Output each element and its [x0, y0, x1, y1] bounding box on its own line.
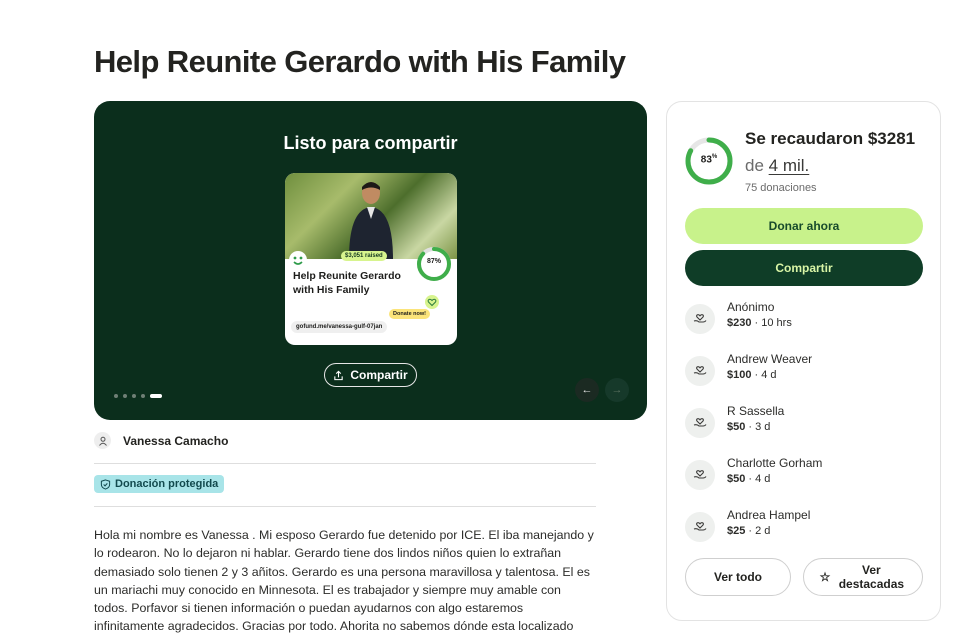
donation-item: Anónimo $230 · 10 hrs	[685, 300, 925, 340]
arrow-left-icon: ←	[581, 384, 593, 396]
share-icon	[334, 370, 344, 380]
share-button[interactable]: Compartir	[685, 250, 923, 286]
goal-line: de 4 mil.	[745, 156, 810, 175]
raised-amount: Se recaudaron $3281	[745, 129, 916, 148]
card-donate-tag: Donate now!	[389, 309, 430, 319]
protected-donation-badge[interactable]: Donación protegida	[94, 475, 225, 493]
arrow-right-icon: →	[611, 384, 623, 396]
heart-hand-icon	[685, 460, 715, 490]
carousel-dot[interactable]	[132, 394, 136, 398]
donor-name: Andrea Hampel	[727, 508, 811, 522]
donation-item: Andrew Weaver $100 · 4 d	[685, 352, 925, 392]
card-headline: Help Reunite Gerardo with His Family	[293, 270, 401, 296]
page-title: Help Reunite Gerardo with His Family	[94, 44, 626, 79]
see-top-label: Ver destacadas	[838, 563, 905, 591]
badge-label: Donación protegida	[115, 478, 219, 490]
card-url: gofund.me/vanessa-gulf-07jan	[291, 321, 388, 333]
carousel-dot[interactable]	[141, 394, 145, 398]
share-card-preview[interactable]: $3,051 raised 87% Help Reunite Gerardo w…	[285, 173, 457, 345]
donor-name: R Sassella	[727, 404, 785, 418]
heart-hand-icon	[685, 408, 715, 438]
carousel-share-label: Compartir	[350, 368, 408, 382]
divider	[94, 463, 596, 464]
donor-name: Anónimo	[727, 300, 775, 314]
goal-amount[interactable]: 4 mil.	[769, 156, 810, 175]
see-top-button[interactable]: ☆ Ver destacadas	[803, 558, 923, 596]
card-body: $3,051 raised 87% Help Reunite Gerardo w…	[285, 245, 457, 345]
donation-meta: $100 · 4 d	[727, 369, 777, 381]
organizer-name: Vanessa Camacho	[123, 433, 229, 448]
divider	[94, 506, 596, 507]
donations-count: 75 donaciones	[745, 182, 817, 194]
carousel-dot[interactable]	[114, 394, 118, 398]
organizer[interactable]: Vanessa Camacho	[94, 432, 228, 449]
donation-panel: 83% Se recaudaron $3281 de 4 mil. 75 don…	[666, 101, 941, 621]
heart-hand-icon	[685, 304, 715, 334]
shield-icon	[100, 478, 111, 490]
card-raised-tag: $3,051 raised	[341, 251, 387, 261]
donor-name: Charlotte Gorham	[727, 456, 823, 470]
donation-item: Charlotte Gorham $50 · 4 d	[685, 456, 925, 496]
donation-meta: $50 · 3 d	[727, 421, 771, 433]
carousel-share-button[interactable]: Compartir	[324, 363, 417, 387]
donation-item: Andrea Hampel $25 · 2 d	[685, 508, 925, 548]
progress-percent: 83%	[700, 154, 718, 166]
donation-meta: $230 · 10 hrs	[727, 317, 792, 329]
donation-meta: $25 · 2 d	[727, 525, 771, 537]
gofundme-logo-icon	[289, 251, 307, 269]
carousel-dot[interactable]	[123, 394, 127, 398]
donor-name: Andrew Weaver	[727, 352, 813, 366]
star-icon: ☆	[819, 570, 831, 584]
carousel-dot[interactable]	[150, 394, 162, 398]
heart-icon	[425, 295, 439, 309]
carousel-heading: Listo para compartir	[283, 133, 458, 153]
campaign-story: Hola mi nombre es Vanessa . Mi esposo Ge…	[94, 528, 594, 634]
carousel-prev-button[interactable]: ←	[575, 378, 599, 402]
user-icon	[94, 432, 111, 449]
carousel-dots	[114, 394, 162, 398]
donate-now-button[interactable]: Donar ahora	[685, 208, 923, 244]
share-carousel: Listo para compartir $3,051 raised 87% H…	[94, 101, 647, 420]
heart-hand-icon	[685, 512, 715, 542]
heart-hand-icon	[685, 356, 715, 386]
donation-meta: $50 · 4 d	[727, 473, 771, 485]
donation-item: R Sassella $50 · 3 d	[685, 404, 925, 444]
card-progress-percent: 87%	[426, 258, 441, 265]
carousel-next-button[interactable]: →	[605, 378, 629, 402]
see-all-button[interactable]: Ver todo	[685, 558, 791, 596]
